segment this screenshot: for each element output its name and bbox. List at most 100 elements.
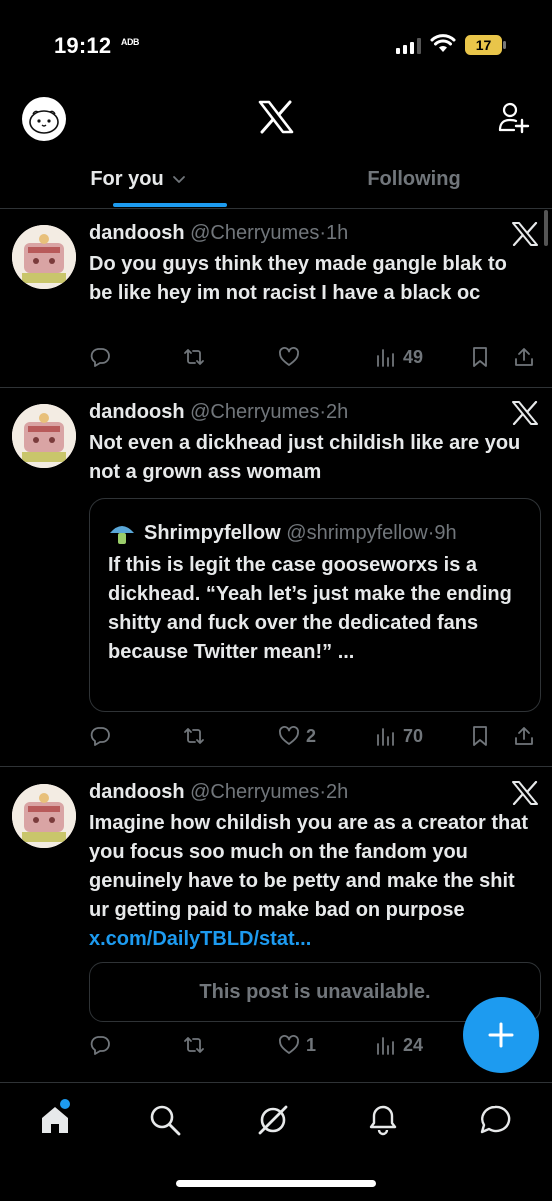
retweet-button[interactable] [183,1030,211,1060]
display-name[interactable]: dandoosh [89,222,185,244]
tweet[interactable]: dandoosh @Cherryumes·2h Not even a dickh… [0,388,552,767]
like-count: 2 [306,725,317,746]
heart-icon [279,347,299,366]
views-button[interactable]: 70 [375,721,423,751]
user-handle[interactable]: @Cherryumes [190,401,319,423]
avatar[interactable] [12,404,76,468]
avatar[interactable] [12,225,76,289]
search-icon[interactable] [148,1103,182,1137]
like-count: 1 [306,1034,317,1055]
tweet-header: dandoosh @Cherryumes·1h [89,222,348,245]
share-icon [515,727,533,745]
bookmark-icon [473,347,487,367]
quoted-tweet-header: Shrimpyfellow @shrimpyfellow · 9h [108,519,457,547]
tab-following[interactable]: Following [276,150,552,208]
quoted-tweet[interactable]: Shrimpyfellow @shrimpyfellow · 9h If this … [89,498,541,712]
view-count: 24 [403,1034,424,1055]
timestamp: 2h [326,401,349,423]
heart-icon [279,726,299,745]
bookmark-icon [473,726,487,746]
battery-icon: 17 [465,35,506,55]
grok-x-icon[interactable] [512,781,538,805]
display-name[interactable]: dandoosh [89,401,185,423]
avatar[interactable] [12,784,76,848]
battery-level: 17 [476,37,492,53]
share-button[interactable] [513,342,535,372]
views-icon [377,349,394,367]
display-name[interactable]: dandoosh [89,781,185,803]
quoted-display-name[interactable]: Shrimpyfellow [144,522,281,545]
tab-for-you[interactable]: For you [0,150,276,208]
character-avatar-icon [12,784,76,848]
retweet-icon [184,1037,204,1053]
status-time: 19:12 [54,33,112,58]
view-count: 49 [403,346,424,367]
view-count: 70 [403,725,424,746]
views-icon [377,1037,394,1055]
tweet-actions: 2 70 [89,721,541,751]
unavailable-text: This post is unavailable. [199,980,431,1003]
tweet-text: Imagine how childish you are as a creato… [89,812,529,921]
tweet-header: dandoosh @Cherryumes·2h [89,401,348,424]
separator: · [319,781,326,803]
separator: · [319,401,326,423]
reply-icon [90,348,110,367]
reply-button[interactable] [89,721,117,751]
plus-icon [488,1022,514,1048]
mushroom-avatar-icon [110,526,134,544]
tweet-actions: 49 [89,342,541,372]
grok-x-icon[interactable] [512,222,538,246]
retweet-icon [184,349,204,365]
bookmark-button[interactable] [469,342,491,372]
tweet-text: Not even a dickhead just childish like a… [89,432,521,483]
retweet-button[interactable] [183,342,211,372]
character-avatar-icon [12,404,76,468]
character-avatar-icon [12,225,76,289]
tweet-text-container: Imagine how childish you are as a creato… [89,809,529,954]
signal-icon [396,38,421,54]
like-button[interactable] [278,342,306,372]
notification-dot [60,1099,70,1109]
tweet-link[interactable]: x.com/DailyTBLD/stat... [89,928,311,950]
tab-following-label: Following [367,167,461,190]
reply-icon [90,1036,110,1055]
tweet-text: Do you guys think they made gangle blak … [89,253,507,304]
views-button[interactable]: 24 [375,1030,423,1060]
messages-icon[interactable] [478,1103,512,1137]
heart-icon [279,1035,299,1054]
profile-avatar[interactable] [22,97,66,141]
share-icon [515,348,533,366]
user-handle[interactable]: @Cherryumes [190,781,319,803]
quoted-timestamp: 9h [434,521,457,544]
retweet-icon [184,728,204,744]
like-button[interactable]: 1 [278,1030,316,1060]
like-button[interactable]: 2 [278,721,316,751]
status-extra-label: ᴬᴰᴮ [121,36,140,51]
grok-x-icon[interactable] [512,401,538,425]
add-user-icon[interactable] [496,100,530,134]
reply-button[interactable] [89,342,117,372]
tweet[interactable]: dandoosh @Cherryumes·1h Do you guys thin… [0,209,552,388]
status-bar: 19:12 ᴬᴰᴮ 17 [0,0,552,90]
x-logo[interactable] [258,100,294,134]
notifications-icon[interactable] [366,1103,400,1137]
tab-for-you-label: For you [90,167,164,190]
timestamp: 1h [326,222,349,244]
grok-icon[interactable] [256,1103,290,1137]
bookmark-button[interactable] [469,721,491,751]
views-icon [377,728,394,746]
tweet-header: dandoosh @Cherryumes·2h [89,781,348,804]
timestamp: 2h [326,781,349,803]
compose-button[interactable] [463,997,539,1073]
separator: · [319,222,326,244]
chevron-down-icon [172,176,185,183]
reply-icon [90,727,110,746]
timeline-tabs: For you Following [0,150,552,209]
views-button[interactable]: 49 [375,342,423,372]
reply-button[interactable] [89,1030,117,1060]
quoted-user-handle[interactable]: @shrimpyfellow [286,522,427,545]
quoted-tweet-text: If this is legit the case gooseworxs is … [108,554,512,663]
retweet-button[interactable] [183,721,211,751]
user-handle[interactable]: @Cherryumes [190,222,319,244]
share-button[interactable] [513,721,535,751]
